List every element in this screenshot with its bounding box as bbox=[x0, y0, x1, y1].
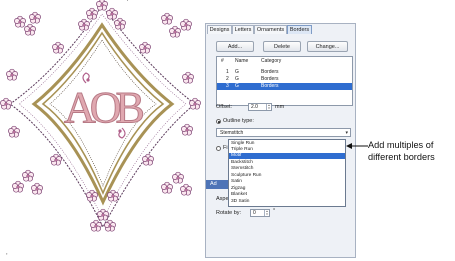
callout-arrow-icon bbox=[346, 143, 368, 149]
option-3d-satin[interactable]: 3D Satin bbox=[229, 199, 345, 205]
fill-radio[interactable] bbox=[216, 146, 221, 151]
row-number: 2 bbox=[226, 76, 229, 82]
row-number: 1 bbox=[226, 69, 229, 75]
outline-type-select[interactable]: Stemstitch ▾ bbox=[216, 128, 351, 137]
callout-annotation: Add multiples of different borders bbox=[368, 140, 435, 162]
list-row[interactable]: 2 G Borders bbox=[217, 76, 352, 83]
option-backstitch[interactable]: Backstitch bbox=[229, 160, 345, 166]
option-motif[interactable]: Motif bbox=[229, 153, 345, 159]
row-name: G bbox=[235, 83, 239, 89]
option-zigzag[interactable]: Zigzag bbox=[229, 186, 345, 192]
outline-type-label: Outline type: bbox=[223, 118, 254, 124]
row-name: G bbox=[235, 69, 239, 75]
section-header[interactable]: Ad bbox=[206, 180, 230, 189]
spin-arrows-icon[interactable]: ▴ ▾ bbox=[266, 104, 271, 110]
option-satin[interactable]: Satin bbox=[229, 179, 345, 185]
offset-value: 2.0 bbox=[251, 104, 258, 110]
offset-input[interactable]: 2.0 ▴ ▾ bbox=[248, 103, 272, 111]
option-triple-run[interactable]: Triple Run bbox=[229, 147, 345, 153]
corner-mark: , bbox=[6, 250, 8, 256]
option-sculpture-run[interactable]: Sculpture Run bbox=[229, 173, 345, 179]
option-stemstitch[interactable]: Stemstitch bbox=[229, 166, 345, 172]
col-name: Name bbox=[235, 58, 249, 64]
outline-type-value: Stemstitch bbox=[220, 130, 244, 136]
monogram-letters: AOB bbox=[64, 83, 146, 132]
panel-tabs: Designs Letters Ornaments Borders bbox=[206, 24, 357, 34]
outline-type-radio[interactable] bbox=[216, 119, 221, 124]
offset-unit: mm bbox=[275, 104, 285, 110]
fill-radio-label: Fi bbox=[223, 145, 228, 151]
row-name: G bbox=[235, 76, 239, 82]
row-category: Borders bbox=[261, 76, 279, 82]
tab-letters[interactable]: Letters bbox=[232, 25, 254, 34]
list-row-selected[interactable]: 3 G Borders bbox=[217, 83, 352, 90]
rotate-value: 0 bbox=[253, 210, 256, 216]
rotate-label: Rotate by: bbox=[216, 210, 242, 216]
col-category: Category bbox=[261, 58, 282, 64]
change-button[interactable]: Change... bbox=[307, 41, 348, 52]
rotate-unit: ° bbox=[273, 208, 276, 214]
option-single-run[interactable]: Single Run bbox=[229, 141, 345, 147]
delete-button[interactable]: Delete bbox=[263, 41, 301, 52]
row-category: Borders bbox=[261, 69, 279, 75]
offset-label: Offset: bbox=[216, 104, 233, 110]
tab-borders[interactable]: Borders bbox=[287, 25, 312, 34]
outline-type-dropdown[interactable]: Single Run Triple Run Motif Backstitch S… bbox=[228, 139, 346, 207]
row-category: Borders bbox=[261, 83, 279, 89]
tab-ornaments[interactable]: Ornaments bbox=[254, 25, 287, 34]
list-row[interactable]: 1 G Borders bbox=[217, 69, 352, 76]
corner-mark: ' bbox=[127, 0, 129, 6]
chevron-down-icon[interactable]: ▾ bbox=[345, 129, 348, 137]
rotate-input[interactable]: 0 ▴ ▾ bbox=[250, 209, 270, 217]
add-button[interactable]: Add... bbox=[216, 41, 254, 52]
row-number: 3 bbox=[226, 83, 229, 89]
list-header: # Name Category bbox=[217, 58, 352, 65]
option-blanket[interactable]: Blanket bbox=[229, 192, 345, 198]
tab-designs[interactable]: Designs bbox=[207, 25, 232, 34]
col-number: # bbox=[221, 58, 224, 64]
borders-list[interactable]: # Name Category 1 G Borders 2 G Borders … bbox=[216, 56, 353, 106]
spin-arrows-icon[interactable]: ▴ ▾ bbox=[264, 210, 269, 216]
